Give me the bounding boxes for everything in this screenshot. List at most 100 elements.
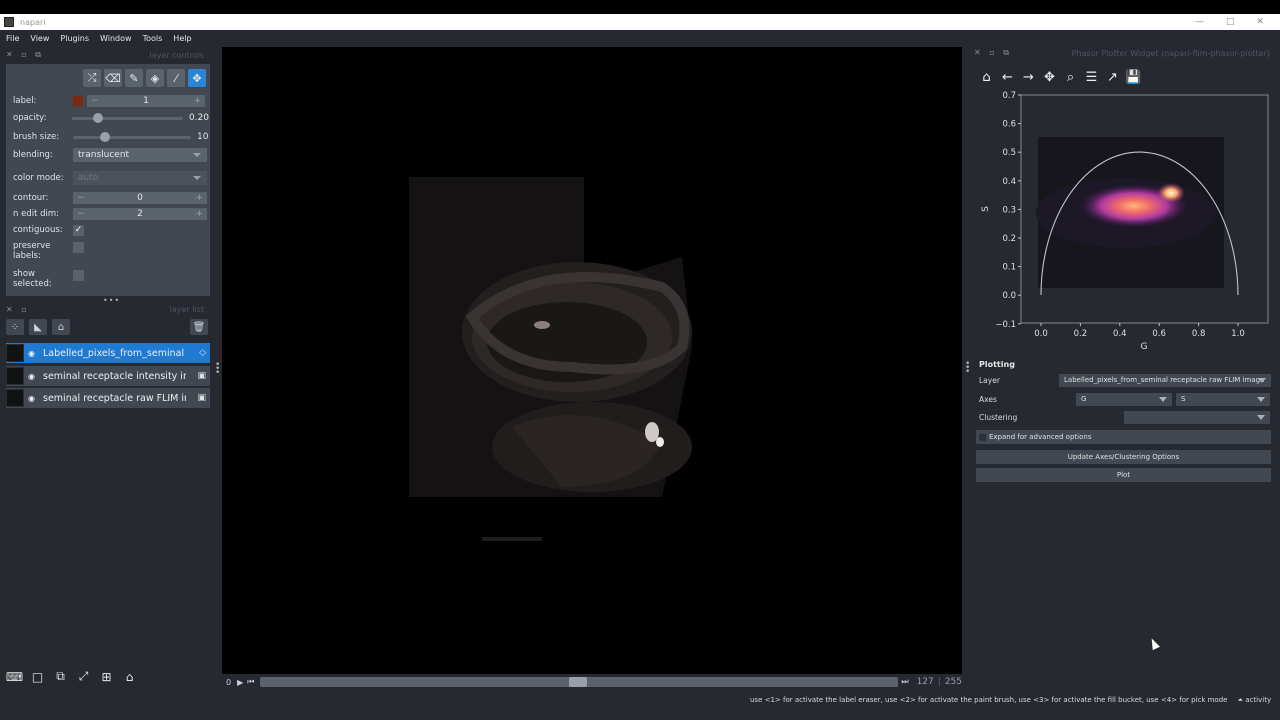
play-icon[interactable]: ▶ <box>237 678 243 687</box>
layer-list-toolbar: ⁘ ◣ ⌂ 🗑 <box>6 318 210 336</box>
dock-buttons-icon[interactable]: ✕ ▫ <box>6 305 30 314</box>
eraser-icon[interactable]: ⌫ <box>104 69 122 87</box>
expand-advanced-options[interactable]: Expand for advanced options <box>976 430 1271 444</box>
eye-icon[interactable]: ◉ <box>28 349 42 358</box>
opacity-slider[interactable] <box>72 112 183 124</box>
menu-window[interactable]: Window <box>100 34 132 43</box>
back-arrow-icon[interactable]: ← <box>999 69 1016 86</box>
dims-slider-handle[interactable] <box>569 677 588 687</box>
y-tick-label: 0.5 <box>1002 148 1016 158</box>
save-icon[interactable]: 💾 <box>1125 69 1142 86</box>
label-field-label: label: <box>13 96 37 106</box>
update-axes-button[interactable]: Update Axes/Clustering Options <box>976 450 1271 464</box>
layer-item-intensity[interactable]: ◉ seminal receptacle intensity image ▣ <box>6 366 210 386</box>
new-points-layer-icon[interactable]: ⁘ <box>6 319 24 335</box>
contiguous-checkbox[interactable]: ✓ <box>73 224 84 236</box>
roll-dims-icon[interactable]: ⧉ <box>52 668 69 685</box>
layer-controls-title: layer controls <box>149 50 204 60</box>
preserve-labels-checkbox[interactable] <box>73 241 84 253</box>
step-back-icon[interactable]: ⏮ <box>247 677 254 687</box>
shuffle-colors-icon[interactable]: ⤮ <box>83 69 101 87</box>
new-shapes-layer-icon[interactable]: ◣ <box>29 319 47 335</box>
chevron-down-icon <box>1258 377 1266 383</box>
activity-button[interactable]: ⏶ activity <box>1237 696 1271 705</box>
n-edit-dim-spinbox[interactable]: −2 + <box>73 208 207 220</box>
axes-x-dropdown[interactable]: G <box>1076 392 1172 406</box>
microscopy-image <box>409 177 692 541</box>
close-icon[interactable]: ✕ <box>1256 17 1264 27</box>
paint-brush-icon[interactable]: ✎ <box>125 69 143 87</box>
dock-resize-handle[interactable]: • • • <box>965 360 970 377</box>
dims-slider[interactable] <box>260 677 899 687</box>
dock-resize-handle[interactable]: • • • <box>215 361 220 378</box>
layer-item-raw-flim[interactable]: ◉ seminal receptacle raw FLIM image ▣ <box>6 388 210 408</box>
clustering-dropdown[interactable] <box>1124 410 1270 424</box>
layer-name[interactable]: seminal receptacle intensity image <box>43 371 186 382</box>
show-selected-checkbox[interactable] <box>73 269 84 281</box>
zoom-icon[interactable]: ⌕ <box>1062 69 1079 86</box>
preserve-labels-label: preserve labels: <box>13 241 51 261</box>
label-color-swatch <box>73 96 83 106</box>
y-axis-label: S <box>981 206 991 212</box>
label-layer-type-icon: ◇ <box>199 348 206 358</box>
color-mode-dropdown[interactable]: auto <box>73 171 207 185</box>
dims-current-value[interactable]: 127 <box>917 677 934 687</box>
phasor-plotter-header: ✕ ▫ ⧉ Phasor Plotter Widget (napari-flim… <box>972 47 1276 59</box>
label-spinbox[interactable]: −1 + <box>87 95 205 107</box>
dims-start-label: 0 <box>226 677 232 687</box>
expand-checkbox[interactable] <box>979 433 986 441</box>
plotting-title: Plotting <box>979 360 1015 369</box>
blending-dropdown[interactable]: translucent <box>73 148 207 162</box>
layer-name[interactable]: Labelled_pixels_from_seminal receptacle … <box>43 348 186 359</box>
new-labels-layer-icon[interactable]: ⌂ <box>52 319 70 335</box>
phasor-plotter-title: Phasor Plotter Widget (napari-flim-phaso… <box>1071 48 1270 58</box>
pan-zoom-icon[interactable]: ✥ <box>188 69 206 87</box>
minimize-icon[interactable]: — <box>1195 17 1204 27</box>
x-tick-label: 0.4 <box>1113 329 1127 339</box>
pan-icon[interactable]: ✥ <box>1041 69 1058 86</box>
color-picker-icon[interactable]: ⁄ <box>167 69 185 87</box>
viewer-canvas[interactable] <box>222 47 962 674</box>
dims-slider-bar: 0 ▶ ⏮ ⏭ 127 | 255 <box>222 675 962 689</box>
console-icon[interactable]: ⌨ <box>6 668 23 685</box>
x-tick-label: 0.6 <box>1152 329 1166 339</box>
maximize-icon[interactable]: □ <box>1226 17 1235 27</box>
eye-icon[interactable]: ◉ <box>28 394 42 403</box>
image-layer-type-icon: ▣ <box>197 371 206 381</box>
y-tick-label: −0.1 <box>995 320 1016 330</box>
home-icon[interactable]: ⌂ <box>978 69 995 86</box>
n-edit-dim-label: n edit dim: <box>13 209 60 219</box>
contour-spinbox[interactable]: −0 + <box>73 192 207 204</box>
grid-icon[interactable]: ⊞ <box>98 668 115 685</box>
brush-size-slider[interactable] <box>73 131 191 143</box>
trash-icon[interactable]: 🗑 <box>190 319 208 335</box>
dock-buttons-icon[interactable]: ✕ ▫ ⧉ <box>6 50 44 60</box>
phasor-plot[interactable]: 0.7 0.6 0.5 0.4 0.3 0.2 0.1 0.0 −0.1 0.0 0.2 0.4 0.… <box>966 88 1276 352</box>
forward-arrow-icon[interactable]: → <box>1020 69 1037 86</box>
plot-button[interactable]: Plot <box>976 468 1271 482</box>
menu-file[interactable]: File <box>6 34 19 43</box>
x-tick-label: 0.8 <box>1192 329 1206 339</box>
ndisplay-icon[interactable]: □ <box>29 668 46 685</box>
menu-tools[interactable]: Tools <box>143 34 163 43</box>
menu-help[interactable]: Help <box>173 34 191 43</box>
step-forward-icon[interactable]: ⏭ <box>901 677 908 687</box>
clustering-label: Clustering <box>979 412 1018 422</box>
dock-buttons-icon[interactable]: ✕ ▫ ⧉ <box>974 48 1012 58</box>
fill-bucket-icon[interactable]: ◈ <box>146 69 164 87</box>
transpose-icon[interactable]: ⤢ <box>75 668 92 685</box>
axes-y-dropdown[interactable]: S <box>1176 392 1270 406</box>
eye-icon[interactable]: ◉ <box>28 372 42 381</box>
layer-controls-header: ✕ ▫ ⧉ layer controls <box>0 49 210 61</box>
menu-plugins[interactable]: Plugins <box>60 34 89 43</box>
chevron-down-icon <box>1257 396 1265 402</box>
configure-subplots-icon[interactable]: ☰ <box>1083 69 1100 86</box>
layer-name[interactable]: seminal receptacle raw FLIM image <box>43 393 186 404</box>
y-axis-ticks: 0.7 0.6 0.5 0.4 0.3 0.2 0.1 0.0 −0.1 <box>995 91 1021 330</box>
chevron-down-icon <box>1159 396 1167 402</box>
layer-dropdown[interactable]: Labelled_pixels_from_seminal receptacle … <box>1059 373 1271 387</box>
edit-axis-icon[interactable]: ↗ <box>1104 69 1121 86</box>
home-icon[interactable]: ⌂ <box>121 668 138 685</box>
layer-item-labels[interactable]: ◉ Labelled_pixels_from_seminal receptacl… <box>6 343 210 363</box>
menu-view[interactable]: View <box>30 34 49 43</box>
